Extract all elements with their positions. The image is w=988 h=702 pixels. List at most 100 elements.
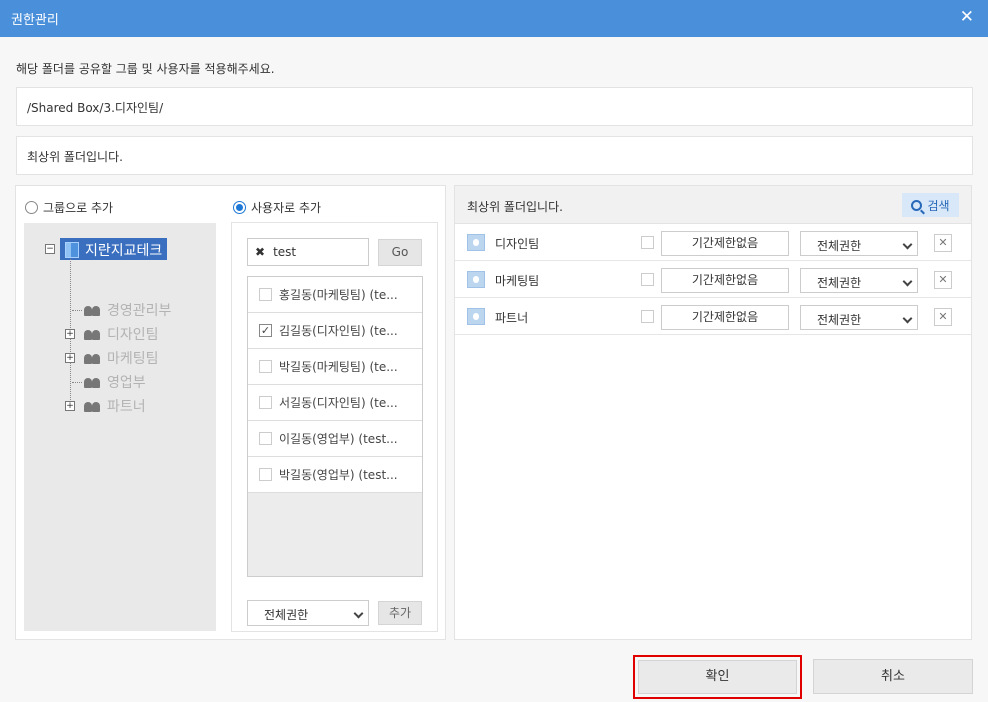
clear-icon[interactable]: ✖ — [255, 245, 265, 259]
user-checkbox[interactable] — [259, 360, 272, 373]
folder-info: 최상위 폴더입니다. — [16, 136, 973, 175]
user-list-item[interactable]: 이길동(영업부) (test... — [248, 421, 422, 457]
permission-value: 전체권한 — [264, 608, 309, 622]
user-search-input[interactable]: ✖ test — [247, 238, 369, 266]
tree-item-label: 파트너 — [107, 399, 146, 415]
user-checkbox[interactable] — [259, 288, 272, 301]
search-value: test — [273, 245, 297, 259]
period-button[interactable]: 기간제한없음 — [661, 231, 789, 256]
remove-icon[interactable]: ✕ — [934, 234, 952, 252]
expand-icon[interactable]: + — [65, 353, 75, 363]
add-panel: 그룹으로 추가 사용자로 추가 − 지란지교테크 경영관리부 + 디자인팀 + … — [15, 185, 446, 640]
group-name: 마케팅팀 — [495, 274, 540, 288]
user-list-item[interactable]: ✓ 김길동(디자인팀) (te... — [248, 313, 422, 349]
permission-select[interactable]: 전체권한 — [247, 600, 369, 626]
user-label: 박길동(마케팅팀) (te... — [279, 360, 398, 374]
remove-icon[interactable]: ✕ — [934, 271, 952, 289]
radio-user-label: 사용자로 추가 — [251, 201, 322, 215]
radio-add-by-group[interactable]: 그룹으로 추가 — [25, 199, 113, 216]
org-tree: − 지란지교테크 경영관리부 + 디자인팀 + 마케팅팀 영업부 + 파트너 — [24, 223, 216, 631]
applied-row: 디자인팀 기간제한없음 전체권한 ✕ — [455, 224, 971, 261]
user-list-item[interactable]: 박길동(마케팅팀) (te... — [248, 349, 422, 385]
dialog-titlebar: 권한관리 ✕ — [0, 0, 988, 37]
row-checkbox[interactable] — [641, 310, 654, 323]
tree-item-label: 영업부 — [107, 375, 146, 391]
instruction-text: 해당 폴더를 공유할 그룹 및 사용자를 적용해주세요. — [16, 62, 275, 76]
remove-icon[interactable]: ✕ — [934, 308, 952, 326]
group-name: 디자인팀 — [495, 237, 540, 251]
tree-item-management[interactable]: 경영관리부 — [72, 300, 171, 320]
tree-item-partner[interactable]: 파트너 — [84, 396, 146, 416]
tree-item-label: 마케팅팀 — [107, 351, 159, 367]
row-checkbox[interactable] — [641, 273, 654, 286]
group-icon — [84, 400, 102, 412]
user-checkbox[interactable] — [259, 396, 272, 409]
group-icon — [467, 308, 485, 325]
collapse-icon[interactable]: − — [45, 244, 55, 254]
applied-row: 파트너 기간제한없음 전체권한 ✕ — [455, 298, 971, 335]
permission-select[interactable]: 전체권한 — [800, 268, 918, 293]
permission-value: 전체권한 — [817, 313, 862, 327]
group-name: 파트너 — [495, 311, 529, 325]
search-label: 검색 — [927, 198, 950, 213]
cancel-button[interactable]: 취소 — [813, 659, 973, 694]
folder-path: /Shared Box/3.디자인팀/ — [16, 87, 973, 126]
add-button[interactable]: 추가 — [378, 601, 422, 625]
group-icon — [467, 271, 485, 288]
row-checkbox[interactable] — [641, 236, 654, 249]
user-list: 홍길동(마케팅팀) (te... ✓ 김길동(디자인팀) (te... 박길동(… — [247, 276, 423, 577]
radio-add-by-user[interactable]: 사용자로 추가 — [233, 199, 321, 216]
tree-item-label: 디자인팀 — [107, 327, 159, 343]
applied-row: 마케팅팀 기간제한없음 전체권한 ✕ — [455, 261, 971, 298]
close-icon[interactable]: ✕ — [960, 7, 974, 27]
search-button[interactable]: 검색 — [902, 193, 959, 217]
tree-root-label: 지란지교테크 — [85, 243, 163, 259]
confirm-highlight: 확인 — [633, 655, 802, 699]
chevron-down-icon — [902, 239, 913, 250]
chevron-down-icon — [902, 276, 913, 287]
group-icon — [467, 234, 485, 251]
permission-select[interactable]: 전체권한 — [800, 305, 918, 330]
applied-panel: 최상위 폴더입니다. 검색 디자인팀 기간제한없음 전체권한 ✕ 마케팅팀 기간… — [454, 185, 972, 640]
applied-header-label: 최상위 폴더입니다. — [467, 200, 563, 214]
applied-header: 최상위 폴더입니다. 검색 — [455, 186, 971, 224]
tree-root-node[interactable]: 지란지교테크 — [60, 238, 168, 260]
user-checkbox[interactable] — [259, 432, 272, 445]
tree-connector — [72, 309, 82, 311]
user-checkbox-checked[interactable]: ✓ — [259, 324, 272, 337]
permission-select[interactable]: 전체권한 — [800, 231, 918, 256]
expand-icon[interactable]: + — [65, 329, 75, 339]
tree-item-design[interactable]: 디자인팀 — [84, 324, 159, 344]
chevron-down-icon — [902, 313, 913, 324]
group-icon — [84, 328, 102, 340]
group-icon — [84, 304, 102, 316]
radio-group-label: 그룹으로 추가 — [43, 201, 114, 215]
confirm-button[interactable]: 확인 — [638, 660, 797, 694]
permission-value: 전체권한 — [817, 239, 862, 253]
expand-icon[interactable]: + — [65, 401, 75, 411]
period-button[interactable]: 기간제한없음 — [661, 268, 789, 293]
permission-value: 전체권한 — [817, 276, 862, 290]
user-label: 홍길동(마케팅팀) (te... — [279, 288, 398, 302]
building-icon — [65, 242, 79, 258]
user-checkbox[interactable] — [259, 468, 272, 481]
search-icon — [911, 199, 923, 211]
radio-selected-icon[interactable] — [233, 201, 246, 214]
user-list-item[interactable]: 홍길동(마케팅팀) (te... — [248, 277, 422, 313]
tree-item-marketing[interactable]: 마케팅팀 — [84, 348, 159, 368]
user-list-item[interactable]: 서길동(디자인팀) (te... — [248, 385, 422, 421]
period-button[interactable]: 기간제한없음 — [661, 305, 789, 330]
tree-item-label: 경영관리부 — [107, 303, 172, 319]
user-label: 서길동(디자인팀) (te... — [279, 396, 398, 410]
dialog-title: 권한관리 — [11, 13, 59, 28]
user-list-item[interactable]: 박길동(영업부) (test... — [248, 457, 422, 493]
radio-icon[interactable] — [25, 201, 38, 214]
go-button[interactable]: Go — [378, 239, 422, 266]
user-label: 김길동(디자인팀) (te... — [279, 324, 398, 338]
group-icon — [84, 352, 102, 364]
tree-connector — [72, 381, 82, 383]
tree-item-sales[interactable]: 영업부 — [72, 372, 146, 392]
user-search-area: ✖ test Go 홍길동(마케팅팀) (te... ✓ 김길동(디자인팀) (… — [231, 222, 438, 632]
user-label: 이길동(영업부) (test... — [279, 432, 398, 446]
user-label: 박길동(영업부) (test... — [279, 468, 398, 482]
